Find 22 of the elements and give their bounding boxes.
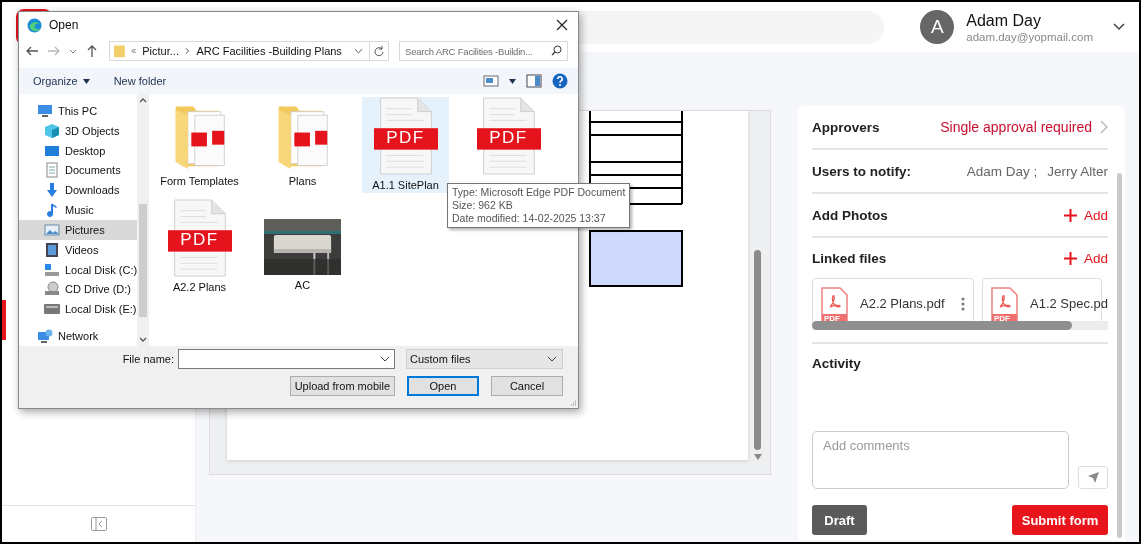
- user-name: Adam Day ;: [966, 163, 1038, 179]
- field-label: Add Photos: [812, 207, 888, 223]
- pdf-label: PDF: [385, 128, 426, 148]
- dialog-title: Open: [49, 18, 80, 32]
- file-name: A2.2 Plans.pdf: [860, 296, 945, 311]
- user-name: Adam Day: [966, 11, 1042, 30]
- tooltip-line: Type: Microsoft Edge PDF Document: [452, 186, 626, 199]
- user-email: adam.day@yopmail.com: [966, 30, 1093, 43]
- tooltip-line: Date modified: 14-02-2025 13:37: [452, 212, 607, 225]
- section-title: Activity: [812, 356, 862, 371]
- field-label: File name:: [122, 353, 174, 365]
- file-type-value: Custom files: [410, 353, 471, 365]
- pdf-label: PDF: [488, 128, 529, 148]
- pdf-label: PDF: [994, 314, 1010, 321]
- pdf-label: PDF: [824, 314, 840, 321]
- user-name: Jerry Alter: [1047, 163, 1108, 179]
- file-name: A1.2 Spec.pd: [1030, 296, 1108, 311]
- field-label: Users to notify:: [812, 163, 911, 179]
- pdf-label: PDF: [179, 230, 220, 250]
- field-label: Approvers: [812, 119, 880, 135]
- field-label: Linked files: [812, 250, 887, 266]
- tooltip-line: Size: 962 KB: [452, 199, 514, 212]
